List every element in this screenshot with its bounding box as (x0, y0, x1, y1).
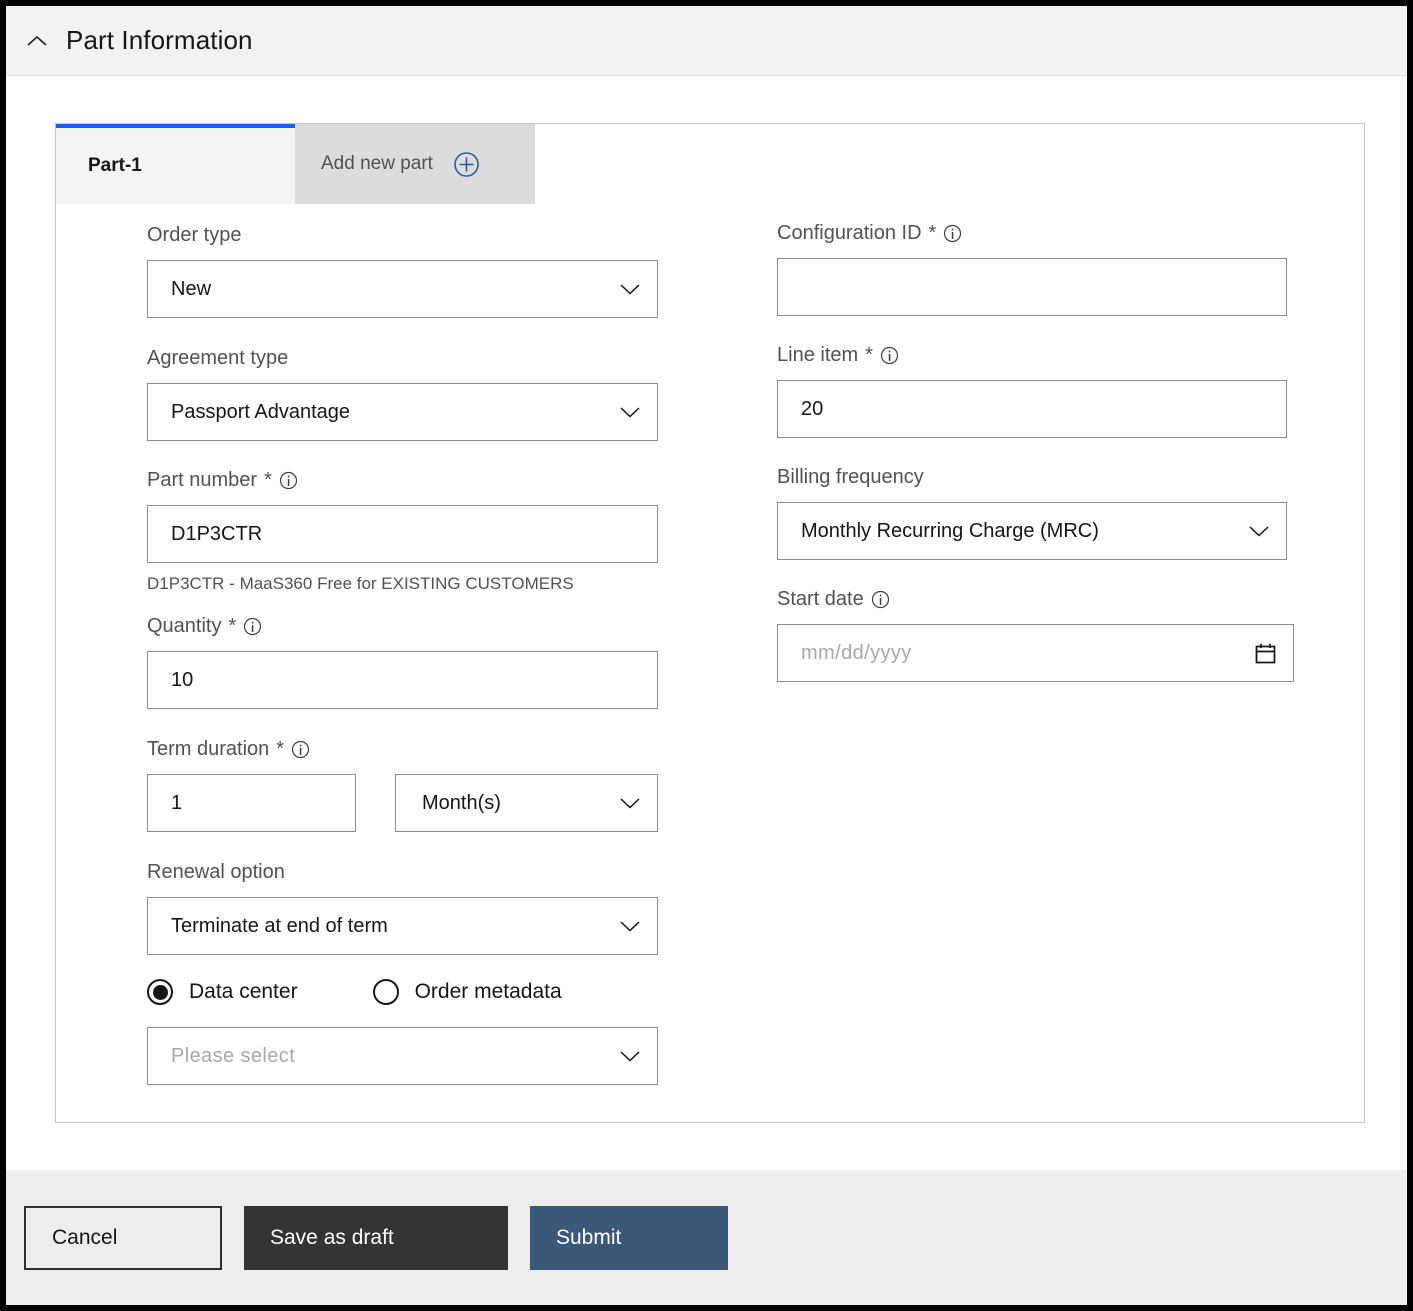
save-as-draft-button[interactable]: Save as draft (244, 1205, 508, 1270)
form-column-right: Configuration ID * Line item * 20 Billin… (777, 220, 1317, 682)
start-date-placeholder: mm/dd/yyyy (801, 641, 912, 664)
page-title: Part Information (66, 25, 253, 55)
term-duration-unit-select[interactable]: Month(s) (395, 774, 658, 832)
field-start-date: Start date mm/dd/yyyy (777, 586, 1317, 682)
data-center-select-value: Please select (171, 1044, 296, 1067)
radio-order-metadata[interactable]: Order metadata (372, 979, 562, 1005)
term-duration-label: Term duration * (147, 736, 667, 762)
info-icon[interactable] (243, 617, 262, 636)
billing-frequency-select[interactable]: Monthly Recurring Charge (MRC) (777, 502, 1287, 560)
radio-data-center-label: Data center (189, 980, 298, 1003)
agreement-type-value: Passport Advantage (171, 400, 351, 423)
agreement-type-select[interactable]: Passport Advantage (147, 383, 658, 441)
radio-dot-selected-icon (147, 979, 173, 1005)
action-bar: Cancel Save as draft Submit (6, 1170, 1407, 1305)
part-number-input[interactable]: D1P3CTR (147, 505, 658, 563)
term-duration-row: 1 Month(s) (147, 774, 667, 832)
field-term-duration: Term duration * 1 Month(s) (147, 736, 667, 832)
field-line-item: Line item * 20 (777, 342, 1317, 438)
tab-add-new-part[interactable]: Add new part (295, 124, 535, 204)
form-column-left: Order type New Agreement type Passport A… (147, 222, 667, 1085)
chevron-down-icon (619, 797, 641, 810)
renewal-option-value: Terminate at end of term (171, 914, 388, 937)
part-number-label: Part number * (147, 467, 667, 493)
tab-add-new-part-label: Add new part (321, 153, 433, 174)
field-configuration-id: Configuration ID * (777, 220, 1317, 316)
radio-order-metadata-label: Order metadata (414, 980, 562, 1003)
quantity-label: Quantity * (147, 613, 667, 639)
term-duration-unit-value: Month(s) (422, 791, 501, 814)
part-number-value: D1P3CTR (171, 522, 263, 545)
info-icon[interactable] (871, 590, 890, 609)
field-part-number: Part number * D1P3CTR D1P3CTR - MaaS360 … (147, 467, 667, 595)
renewal-option-label: Renewal option (147, 861, 285, 883)
info-icon[interactable] (943, 224, 962, 243)
term-duration-value: 1 (171, 791, 183, 814)
renewal-option-select[interactable]: Terminate at end of term (147, 897, 658, 955)
data-center-select[interactable]: Please select (147, 1027, 658, 1085)
billing-frequency-label: Billing frequency (777, 466, 924, 488)
chevron-down-icon (619, 406, 641, 419)
required-asterisk: * (228, 615, 237, 637)
part-card: Part-1 Add new part Order type New Agree… (55, 123, 1365, 1123)
quantity-value: 10 (171, 668, 194, 691)
submit-button[interactable]: Submit (530, 1205, 728, 1270)
field-order-type: Order type New (147, 222, 667, 318)
field-agreement-type: Agreement type Passport Advantage (147, 345, 667, 441)
panel-header: Part Information (6, 6, 1407, 76)
configuration-id-label: Configuration ID * (777, 220, 1317, 246)
required-asterisk: * (865, 344, 873, 366)
line-item-value: 20 (801, 397, 824, 420)
field-renewal-option: Renewal option Terminate at end of term (147, 859, 667, 955)
chevron-down-icon (1248, 525, 1270, 538)
billing-frequency-value: Monthly Recurring Charge (MRC) (801, 519, 1099, 542)
quantity-input[interactable]: 10 (147, 651, 658, 709)
radio-data-center[interactable]: Data center (147, 979, 298, 1005)
part-information-panel: Part Information Part-1 Add new part Ord… (0, 0, 1413, 1311)
info-icon[interactable] (279, 471, 298, 490)
info-icon[interactable] (291, 740, 310, 759)
start-date-label: Start date (777, 586, 1317, 612)
chevron-up-icon[interactable] (20, 24, 54, 58)
chevron-down-icon (619, 920, 641, 933)
term-duration-input[interactable]: 1 (147, 774, 356, 832)
tab-part-1-label: Part-1 (88, 155, 142, 176)
line-item-label: Line item * (777, 342, 1317, 368)
configuration-id-input[interactable] (777, 258, 1287, 316)
order-type-value: New (171, 277, 212, 300)
part-number-helper-text: D1P3CTR - MaaS360 Free for EXISTING CUST… (147, 574, 574, 593)
cancel-button[interactable]: Cancel (24, 1205, 222, 1270)
tab-bar: Part-1 Add new part (56, 124, 1364, 204)
radio-dot-icon (372, 979, 399, 1005)
plus-circle-icon (453, 151, 480, 178)
field-quantity: Quantity * 10 (147, 613, 667, 709)
required-asterisk: * (276, 738, 285, 760)
panel-body: Part-1 Add new part Order type New Agree… (6, 76, 1407, 1170)
order-type-select[interactable]: New (147, 260, 658, 318)
start-date-input[interactable]: mm/dd/yyyy (777, 624, 1294, 682)
order-type-label: Order type (147, 224, 242, 246)
agreement-type-label: Agreement type (147, 347, 289, 369)
tab-part-1[interactable]: Part-1 (56, 124, 295, 204)
data-center-metadata-radio-group: Data center Order metadata (147, 979, 667, 1005)
required-asterisk: * (264, 469, 272, 491)
calendar-icon[interactable] (1254, 642, 1277, 665)
line-item-input[interactable]: 20 (777, 380, 1287, 438)
info-icon[interactable] (880, 346, 899, 365)
chevron-down-icon (619, 1050, 641, 1063)
required-asterisk: * (928, 222, 937, 244)
chevron-down-icon (619, 283, 641, 296)
field-billing-frequency: Billing frequency Monthly Recurring Char… (777, 464, 1317, 560)
